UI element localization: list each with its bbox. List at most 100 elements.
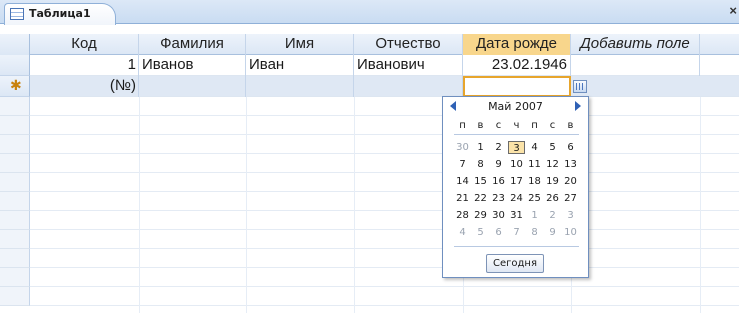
- calendar-day[interactable]: 6: [562, 141, 579, 154]
- column-header-birthdate[interactable]: Дата рожде: [463, 34, 571, 55]
- empty-row-selector: [0, 268, 30, 287]
- calendar-day[interactable]: 19: [544, 175, 561, 188]
- calendar-day[interactable]: 29: [472, 209, 489, 222]
- calendar-day[interactable]: 5: [544, 141, 561, 154]
- empty-row: [30, 249, 739, 268]
- next-month-icon[interactable]: [575, 101, 581, 111]
- empty-row-selector: [0, 192, 30, 211]
- calendar-day[interactable]: 9: [490, 158, 507, 171]
- calendar-day[interactable]: 10: [508, 158, 525, 171]
- column-header-imya[interactable]: Имя: [246, 34, 354, 55]
- calendar-day[interactable]: 21: [454, 192, 471, 205]
- calendar-day[interactable]: 23: [490, 192, 507, 205]
- cell-otchestvo-new[interactable]: [354, 76, 463, 97]
- empty-row-selector: [0, 287, 30, 306]
- date-picker[interactable]: Май 2007 пвсчпсв 30 1 2 3 4 5 6 7 8 9 10 11 12 13 14 15…: [442, 96, 589, 278]
- calendar-day[interactable]: 4: [454, 226, 471, 239]
- calendar-day[interactable]: 9: [544, 226, 561, 239]
- calendar-day[interactable]: 8: [472, 158, 489, 171]
- calendar-day[interactable]: 2: [490, 141, 507, 154]
- table-row: 1 Иванов Иван Иванович 23.02.1946: [0, 55, 739, 76]
- calendar-day[interactable]: 13: [562, 158, 579, 171]
- weekday-label: с: [495, 120, 502, 131]
- empty-row: [30, 268, 739, 287]
- empty-row-selector: [0, 230, 30, 249]
- cell-familiya-new[interactable]: [139, 76, 246, 97]
- row-selector[interactable]: [0, 55, 30, 76]
- calendar-day[interactable]: 11: [526, 158, 543, 171]
- calendar-day[interactable]: 31: [508, 209, 525, 222]
- column-divider: [246, 97, 247, 313]
- new-row-selector[interactable]: ✱: [0, 76, 30, 97]
- calendar-month-title: Май 2007: [488, 100, 543, 113]
- column-header-add-field[interactable]: Добавить поле: [571, 34, 700, 55]
- tab-bar: Таблица1 ×: [0, 0, 739, 25]
- empty-row: [30, 116, 739, 135]
- tab-table1[interactable]: Таблица1: [4, 3, 116, 25]
- cell-birthdate[interactable]: 23.02.1946: [463, 55, 571, 76]
- calendar-day[interactable]: 30: [490, 209, 507, 222]
- empty-row: [30, 135, 739, 154]
- cell-imya[interactable]: Иван: [246, 55, 354, 76]
- column-header-otchestvo[interactable]: Отчество: [354, 34, 463, 55]
- calendar-day[interactable]: 5: [472, 226, 489, 239]
- column-divider: [354, 97, 355, 313]
- calendar-day[interactable]: 7: [508, 226, 525, 239]
- column-header-kod[interactable]: Код: [30, 34, 139, 55]
- cell-add-field[interactable]: [571, 55, 700, 76]
- column-divider: [700, 97, 701, 313]
- calendar-day[interactable]: 22: [472, 192, 489, 205]
- column-divider: [139, 97, 140, 313]
- weekday-label: в: [567, 120, 574, 131]
- cell-kod-new[interactable]: (№): [30, 76, 139, 97]
- cell-add-field-new[interactable]: [590, 76, 700, 97]
- calendar-day[interactable]: 28: [454, 209, 471, 222]
- calendar-day[interactable]: 30: [454, 141, 471, 154]
- cell-otchestvo[interactable]: Иванович: [354, 55, 463, 76]
- weekday-label: ч: [513, 120, 520, 131]
- calendar-day[interactable]: 2: [544, 209, 561, 222]
- calendar-day[interactable]: 18: [526, 175, 543, 188]
- calendar-day[interactable]: 6: [490, 226, 507, 239]
- calendar-day[interactable]: 1: [472, 141, 489, 154]
- calendar-day[interactable]: 3: [508, 141, 525, 154]
- calendar-day[interactable]: 8: [526, 226, 543, 239]
- empty-row-selector: [0, 116, 30, 135]
- divider: [454, 134, 579, 135]
- cell-familiya[interactable]: Иванов: [139, 55, 246, 76]
- column-header-row: Код Фамилия Имя Отчество Дата рожде Доба…: [0, 34, 739, 55]
- empty-row: [30, 97, 739, 116]
- calendar-day[interactable]: 27: [562, 192, 579, 205]
- cell-imya-new[interactable]: [246, 76, 354, 97]
- calendar-header: Май 2007: [443, 97, 588, 115]
- today-button[interactable]: Сегодня: [486, 254, 544, 273]
- new-record-icon: ✱: [10, 77, 22, 93]
- weekday-label: п: [459, 120, 466, 131]
- cell-birthdate-new[interactable]: [463, 76, 571, 97]
- calendar-day[interactable]: 3: [562, 209, 579, 222]
- calendar-day[interactable]: 15: [472, 175, 489, 188]
- cell-kod[interactable]: 1: [30, 55, 139, 76]
- calendar-day[interactable]: 24: [508, 192, 525, 205]
- calendar-day[interactable]: 17: [508, 175, 525, 188]
- empty-row-selector: [0, 173, 30, 192]
- close-icon[interactable]: ×: [729, 3, 737, 18]
- calendar-day[interactable]: 14: [454, 175, 471, 188]
- weekday-label: п: [531, 120, 538, 131]
- calendar-day[interactable]: 10: [562, 226, 579, 239]
- calendar-day[interactable]: 25: [526, 192, 543, 205]
- select-all-corner[interactable]: [0, 34, 30, 55]
- calendar-day[interactable]: 1: [526, 209, 543, 222]
- calendar-icon[interactable]: [573, 80, 587, 93]
- calendar-day[interactable]: 7: [454, 158, 471, 171]
- column-header-familiya[interactable]: Фамилия: [139, 34, 246, 55]
- calendar-day[interactable]: 4: [526, 141, 543, 154]
- empty-row-selector: [0, 135, 30, 154]
- calendar-day[interactable]: 16: [490, 175, 507, 188]
- datasheet-grid: Код Фамилия Имя Отчество Дата рожде Доба…: [0, 34, 739, 313]
- calendar-day[interactable]: 12: [544, 158, 561, 171]
- calendar-day[interactable]: 26: [544, 192, 561, 205]
- calendar-day[interactable]: 20: [562, 175, 579, 188]
- empty-row-selector: [0, 154, 30, 173]
- tab-label: Таблица1: [29, 7, 91, 20]
